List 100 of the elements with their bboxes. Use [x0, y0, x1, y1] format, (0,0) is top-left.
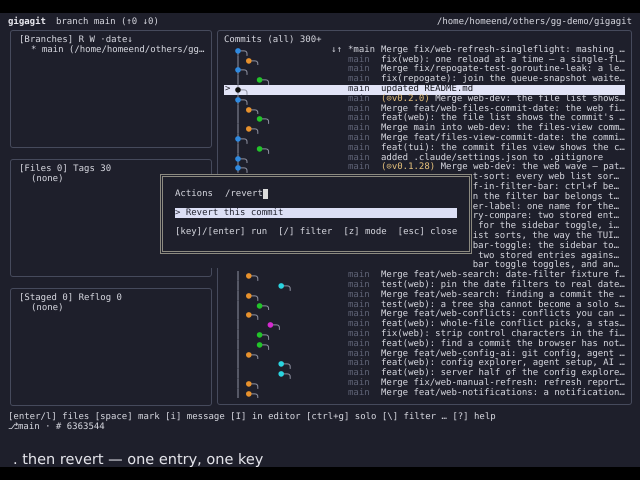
branch-ref: main [348, 54, 370, 65]
branch-ref: main [348, 142, 370, 153]
commit-message: Merge fix/repogate-test-goroutine-leak: a le… [381, 64, 625, 74]
branch-ref: main [348, 378, 370, 388]
commit-message: for the sidebar toggle, i… [478, 222, 620, 232]
panel-title: [Staged 0] Reflog 0 [19, 294, 123, 303]
commit-message: added .claude/settings.json to .gitignore [381, 152, 604, 163]
branch-ref: main [348, 152, 370, 163]
commit-row[interactable]: main added .claude/settings.json to .gitignore [224, 154, 625, 164]
commit-row[interactable]: main feat(web): server half of the config explore… [224, 369, 625, 379]
panel-title: [Files 0] Tags 30 [19, 165, 112, 174]
branch-ref: main [348, 319, 370, 330]
commit-row[interactable]: main test(web): pin the date filters to real date… [224, 280, 625, 291]
repo-path: /home/homeend/others/gg-demo/gigagit [436, 16, 632, 26]
commit-message: Merge main into web-dev: the files-view comm… [381, 123, 625, 134]
commit-row[interactable]: main Merge feat/files-view-commit-date: the commi… [224, 134, 625, 144]
branch-ref: main [348, 290, 370, 300]
branch-ref: main [348, 123, 370, 134]
branch-ref: main [348, 104, 370, 114]
commit-row[interactable]: main Merge feat/web-config-ai: git config, agent … [224, 350, 625, 360]
branch-ref: main [348, 162, 370, 172]
commit-row[interactable]: main Merge fix/repogate-test-goroutine-leak: a le… [224, 65, 625, 76]
commit-message: feat(tui): the commit files view shows the c… [381, 142, 625, 153]
commit-message: fix(web): one reload at a time — a single-fl… [381, 54, 625, 65]
commit-row[interactable]: main Merge feat/web-notifications: a notification… [224, 388, 625, 398]
commit-message: fix(web): strip control characters in the fi… [381, 328, 625, 339]
branch-ref: main [348, 132, 370, 143]
branch-status: branch main (↑0 ↓0) [56, 16, 159, 26]
commit-message: updated README.md [381, 84, 474, 94]
panel-title: [Branches] R W ·date↓ [19, 36, 134, 45]
app-title: gigagit [8, 16, 46, 26]
branch-ref: main [348, 368, 370, 378]
commit-message: f-in-filter-bar: ctrl+f be… [472, 182, 620, 192]
branch-ref: main [348, 388, 370, 398]
dialog-hint: [z] mode [343, 227, 387, 237]
commit-message: feat(web): server half of the config explore… [381, 368, 625, 378]
commit-row[interactable]: main Merge feat/web-conflicts: conflicts you can … [224, 310, 625, 320]
branch-ref: main [348, 113, 370, 124]
filter-query[interactable]: /revert [224, 189, 263, 199]
dialog-title: Actions [175, 189, 213, 199]
status-line: ⎇main · # 6363544 [8, 422, 106, 433]
caption: . then revert — one entry, one key [12, 452, 264, 468]
commit-row[interactable]: ↓↑ *main Merge fix/web-refresh-singleflight: mashing … [224, 46, 625, 56]
panel-item[interactable]: (none) [19, 304, 203, 314]
branch-ref: main [348, 94, 370, 104]
commit-message: Merge feat/web-config-ai: git config, agent … [381, 348, 625, 358]
commit-row[interactable]: main (⊙v0.2.0) Merge web-dev: the file list shows… [224, 94, 625, 105]
text-cursor [262, 189, 268, 199]
commit-message: Merge feat/web-notifications: a notification… [381, 388, 625, 398]
commit-message: feat(web): whole-file conflict picks, a stas… [381, 319, 625, 330]
commit-row[interactable]: main fix(repogate): join the queue-snapshot waite… [224, 75, 625, 85]
commit-row[interactable]: main Merge feat/web-files-commit-date: the web fi… [224, 104, 625, 114]
commit-row[interactable]: > main updated README.md [224, 84, 625, 95]
commit-message: two stored entries agains… [478, 252, 620, 261]
sync-marker: ↓↑ [331, 44, 342, 55]
dialog-hint: [/] filter [278, 227, 332, 237]
dialog-hint: [key]/[enter] run [175, 227, 268, 237]
commit-row[interactable]: main feat(web): whole-file conflict picks, a stas… [224, 320, 625, 330]
tag-label: (⊙v0.2.0) [381, 94, 430, 104]
branch-ref: main [348, 348, 370, 358]
graph-line [238, 330, 270, 340]
tag-label: (⊙v0.1.28) [381, 162, 436, 172]
commit-message: feat(web): the file list shows the commit's … [381, 113, 625, 124]
commit-message: ry-compare: two stored ent… [472, 212, 620, 222]
branch-ref: main [348, 270, 370, 280]
commit-row[interactable]: main feat(web): find a commit the browser has not… [224, 340, 625, 350]
commit-row[interactable]: main fix(web): strip control characters in the fi… [224, 330, 625, 340]
commit-message: Merge feat/web-search: finding a commit the … [381, 290, 625, 300]
commit-row[interactable]: main fix(web): one reload at a time — a single-fl… [224, 56, 625, 66]
graph-line [238, 388, 258, 398]
commit-message: fix(repogate): join the queue-snapshot waite… [381, 74, 625, 84]
commit-row[interactable]: main Merge feat/web-search: date-filter fixture f… [224, 271, 625, 281]
row-pointer: > [225, 84, 230, 95]
commit-row[interactable]: main Merge feat/web-search: finding a commit the … [224, 290, 625, 301]
branch-ref: main [348, 280, 370, 290]
commit-message: feat(web): config explorer, agent setup, AI … [381, 358, 625, 368]
commit-row[interactable]: main Merge fix/web-manual-refresh: refresh report… [224, 378, 625, 389]
commit-row[interactable]: main Merge main into web-dev: the files-view comm… [224, 124, 625, 134]
commit-message: Merge feat/web-search: date-filter fixture f… [381, 270, 625, 280]
commit-row[interactable]: main feat(web): the file list shows the commit's … [224, 114, 625, 124]
branch-ref: *main [348, 44, 376, 55]
commit-row[interactable]: main feat(web): config explorer, agent setup, AI … [224, 359, 625, 370]
commit-message: er-label: one name for the… [472, 202, 620, 212]
commit-message: t-sort: every web list sor… [472, 173, 620, 182]
branch-ref: main [348, 358, 370, 368]
commit-row[interactable]: main (⊙v0.1.28) Merge web-dev: the web wave — pat… [224, 163, 625, 174]
commit-row[interactable]: main feat(tui): the commit files view shows the c… [224, 144, 625, 154]
commit-message: Merge fix/web-refresh-singleflight: mashing … [381, 44, 625, 55]
panel-title: Commits (all) 300+ [224, 36, 323, 46]
dialog-hint: [esc] close [398, 227, 458, 237]
branch-ref: main [348, 64, 370, 74]
commit-message: Merge feat/web-conflicts: conflicts you can … [381, 309, 625, 320]
commit-row[interactable]: main test(web): a tree sha cannot become a solo s… [224, 300, 625, 310]
branch-ref: main [348, 338, 370, 349]
commit-message: Merge web-dev: the file list shows… [435, 94, 625, 104]
branch-ref: main [348, 309, 370, 320]
commit-message: Merge web-dev: the web wave — pat… [440, 162, 625, 172]
action-item[interactable]: > Revert this commit [175, 208, 457, 218]
commit-message: test(web): pin the date filters to real date… [381, 280, 625, 290]
panel-item[interactable]: * main (/home/homeend/others/gg… [19, 46, 203, 56]
